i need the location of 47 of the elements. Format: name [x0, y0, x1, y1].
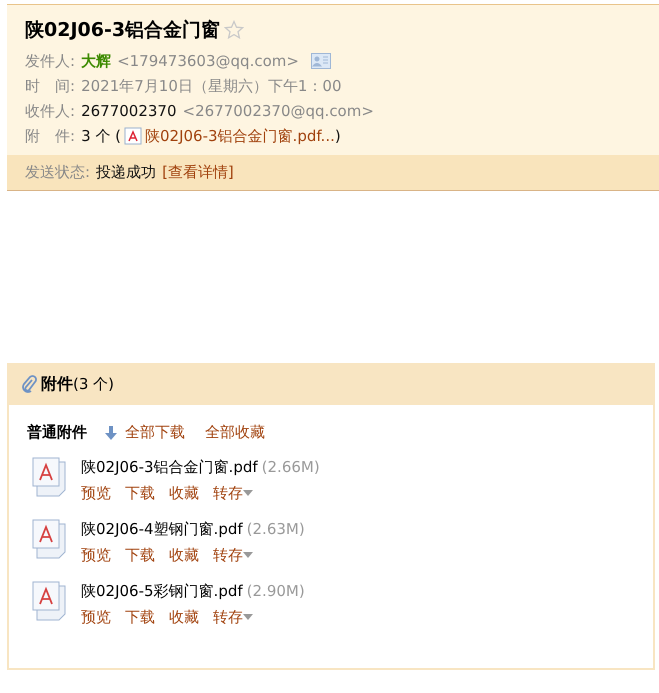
pdf-icon: [124, 127, 142, 145]
file-action-link[interactable]: 预览: [81, 544, 111, 566]
file-action-link[interactable]: 收藏: [169, 482, 199, 504]
star-icon[interactable]: [224, 20, 244, 40]
status-label: 发送状态:: [25, 163, 90, 182]
download-arrow-icon: [105, 426, 117, 440]
file-action-link[interactable]: 预览: [81, 482, 111, 504]
file-name: 陕02J06-5彩钢门窗.pdf: [81, 581, 243, 602]
file-action-link[interactable]: 预览: [81, 606, 111, 628]
download-all-link[interactable]: 全部下载: [125, 423, 185, 442]
file-action-link[interactable]: 转存: [213, 606, 243, 628]
attachments-title: 附件: [41, 373, 73, 395]
sender-address: <179473603@qq.com>: [117, 51, 299, 72]
file-action-link[interactable]: 下载: [125, 544, 155, 566]
group-label: 普通附件: [27, 423, 87, 442]
recipient-address: <2677002370@qq.com>: [182, 101, 374, 122]
paperclip-icon: [21, 375, 37, 393]
file-action-link[interactable]: 下载: [125, 606, 155, 628]
file-action-link[interactable]: 收藏: [169, 544, 199, 566]
dropdown-caret-icon[interactable]: [243, 490, 253, 496]
sender-name[interactable]: 大辉: [81, 50, 112, 72]
file-name: 陕02J06-4塑钢门窗.pdf: [81, 519, 243, 540]
file-action-link[interactable]: 下载: [125, 482, 155, 504]
file-action-link[interactable]: 转存: [213, 544, 243, 566]
sent-time: 2021年7月10日（星期六）下午1：00: [81, 76, 342, 97]
closing-paren: ): [334, 126, 341, 147]
file-size: (2.90M): [246, 581, 305, 602]
details-link[interactable]: [查看详情]: [162, 163, 234, 182]
attachments-count: (3 个): [73, 374, 114, 395]
recipient-name: 2677002370: [81, 101, 176, 122]
field-label: 时 间:: [25, 76, 76, 97]
field-label: 发件人:: [25, 51, 76, 72]
contact-card-icon[interactable]: [310, 53, 331, 69]
field-label: 附 件:: [25, 126, 76, 147]
dropdown-caret-icon[interactable]: [243, 614, 253, 620]
file-size: (2.66M): [262, 457, 320, 478]
attachment-count: 3 个 (: [81, 126, 121, 147]
dropdown-caret-icon[interactable]: [243, 552, 253, 558]
save-all-link[interactable]: 全部收藏: [205, 423, 265, 442]
attachment-link[interactable]: 陕02J06-3铝合金门窗.pdf...: [145, 125, 335, 147]
file-size: (2.63M): [246, 519, 305, 540]
mail-subject: 陕02J06-3铝合金门窗: [25, 18, 220, 43]
file-action-link[interactable]: 转存: [213, 482, 243, 504]
file-name: 陕02J06-3铝合金门窗.pdf: [81, 457, 258, 478]
field-label: 收件人:: [25, 101, 76, 122]
status-value: 投递成功: [96, 163, 156, 182]
file-action-link[interactable]: 收藏: [169, 606, 199, 628]
